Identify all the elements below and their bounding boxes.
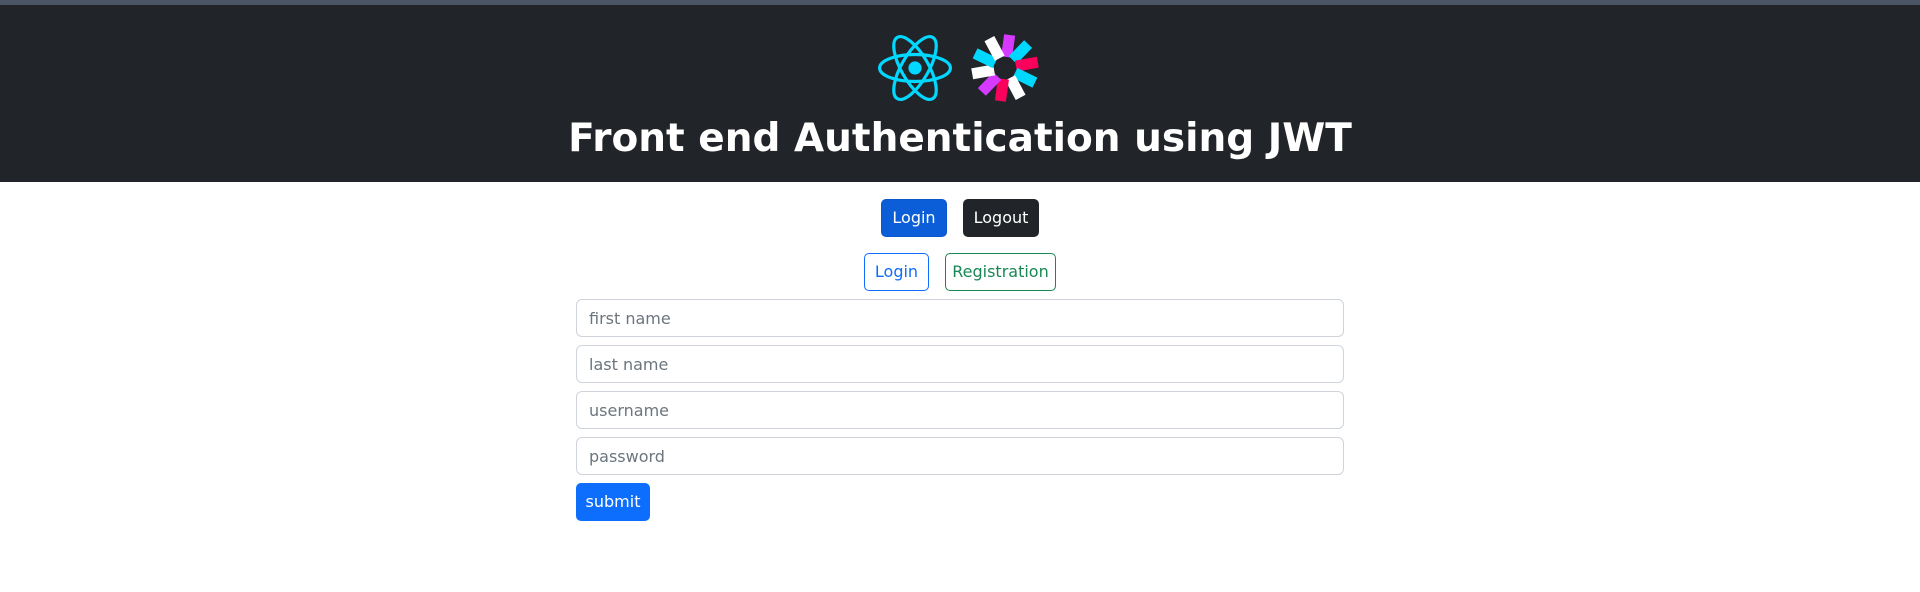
submit-button[interactable]: submit <box>576 483 650 521</box>
react-logo-icon <box>878 35 952 101</box>
password-input[interactable] <box>576 437 1344 475</box>
auth-nav: Login Logout <box>0 199 1920 237</box>
logout-button[interactable]: Logout <box>963 199 1039 237</box>
login-nav-button[interactable]: Login <box>881 199 947 237</box>
first-name-input[interactable] <box>576 299 1344 337</box>
jwt-logo-icon <box>971 34 1039 102</box>
form-tabs: Login Registration <box>0 253 1920 291</box>
logo-group <box>0 31 1920 105</box>
page-header: Front end Authentication using JWT <box>0 5 1920 182</box>
page-title: Front end Authentication using JWT <box>568 116 1352 161</box>
username-input[interactable] <box>576 391 1344 429</box>
tab-login[interactable]: Login <box>864 253 929 291</box>
tab-registration[interactable]: Registration <box>945 253 1056 291</box>
last-name-input[interactable] <box>576 345 1344 383</box>
registration-form: submit <box>576 299 1344 521</box>
